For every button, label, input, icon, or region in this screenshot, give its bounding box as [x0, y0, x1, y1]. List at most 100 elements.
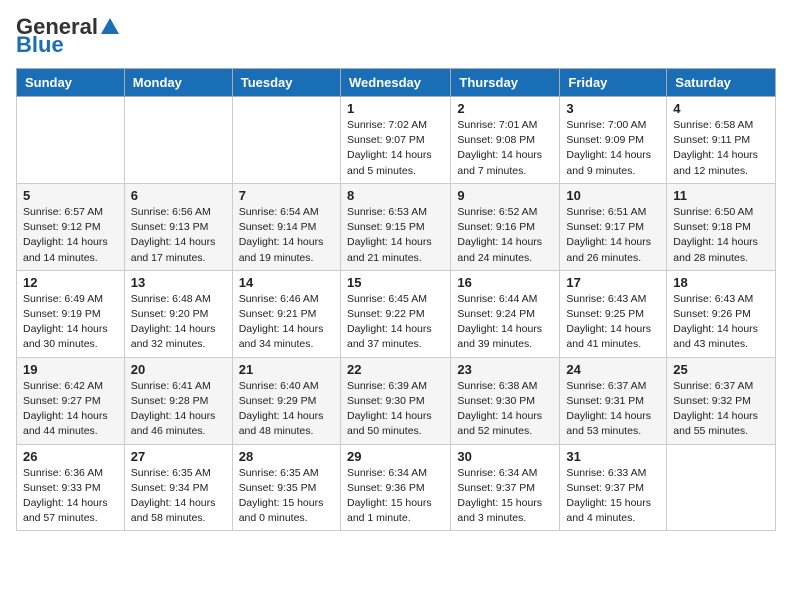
day-info: Sunrise: 6:37 AM Sunset: 9:31 PM Dayligh…	[566, 379, 660, 440]
day-info: Sunrise: 6:43 AM Sunset: 9:25 PM Dayligh…	[566, 292, 660, 353]
day-number: 14	[239, 275, 334, 290]
calendar-cell: 19 Sunrise: 6:42 AM Sunset: 9:27 PM Dayli…	[17, 357, 125, 444]
weekday-header-sunday: Sunday	[17, 69, 125, 97]
calendar-cell: 1 Sunrise: 7:02 AM Sunset: 9:07 PM Daylig…	[340, 97, 450, 184]
day-info: Sunrise: 6:36 AM Sunset: 9:33 PM Dayligh…	[23, 466, 118, 527]
day-number: 28	[239, 449, 334, 464]
logo: General Blue	[16, 16, 119, 56]
calendar-cell	[667, 444, 776, 531]
day-info: Sunrise: 6:53 AM Sunset: 9:15 PM Dayligh…	[347, 205, 444, 266]
day-number: 9	[457, 188, 553, 203]
calendar-cell: 8 Sunrise: 6:53 AM Sunset: 9:15 PM Daylig…	[340, 183, 450, 270]
day-number: 25	[673, 362, 769, 377]
calendar-table: SundayMondayTuesdayWednesdayThursdayFrid…	[16, 68, 776, 531]
calendar-cell: 16Sunrise: 6:44 AM Sunset: 9:24 PM Dayli…	[451, 270, 560, 357]
day-info: Sunrise: 7:02 AM Sunset: 9:07 PM Dayligh…	[347, 118, 444, 179]
day-number: 1	[347, 101, 444, 116]
day-info: Sunrise: 6:34 AM Sunset: 9:36 PM Dayligh…	[347, 466, 444, 527]
day-info: Sunrise: 6:37 AM Sunset: 9:32 PM Dayligh…	[673, 379, 769, 440]
day-number: 15	[347, 275, 444, 290]
day-number: 23	[457, 362, 553, 377]
day-number: 6	[131, 188, 226, 203]
day-number: 26	[23, 449, 118, 464]
day-info: Sunrise: 6:40 AM Sunset: 9:29 PM Dayligh…	[239, 379, 334, 440]
day-info: Sunrise: 6:39 AM Sunset: 9:30 PM Dayligh…	[347, 379, 444, 440]
day-number: 4	[673, 101, 769, 116]
calendar-cell: 31Sunrise: 6:33 AM Sunset: 9:37 PM Dayli…	[560, 444, 667, 531]
calendar-cell: 30 Sunrise: 6:34 AM Sunset: 9:37 PM Dayli…	[451, 444, 560, 531]
calendar-cell	[232, 97, 340, 184]
calendar-cell: 29 Sunrise: 6:34 AM Sunset: 9:36 PM Dayli…	[340, 444, 450, 531]
day-info: Sunrise: 6:42 AM Sunset: 9:27 PM Dayligh…	[23, 379, 118, 440]
week-row-3: 12 Sunrise: 6:49 AM Sunset: 9:19 PM Dayli…	[17, 270, 776, 357]
calendar-cell: 22 Sunrise: 6:39 AM Sunset: 9:30 PM Dayli…	[340, 357, 450, 444]
day-info: Sunrise: 6:58 AM Sunset: 9:11 PM Dayligh…	[673, 118, 769, 179]
calendar-cell: 20 Sunrise: 6:41 AM Sunset: 9:28 PM Dayli…	[124, 357, 232, 444]
day-info: Sunrise: 6:56 AM Sunset: 9:13 PM Dayligh…	[131, 205, 226, 266]
day-number: 18	[673, 275, 769, 290]
weekday-header-tuesday: Tuesday	[232, 69, 340, 97]
weekday-header-thursday: Thursday	[451, 69, 560, 97]
calendar-cell: 2Sunrise: 7:01 AM Sunset: 9:08 PM Daylig…	[451, 97, 560, 184]
calendar-cell: 4 Sunrise: 6:58 AM Sunset: 9:11 PM Daylig…	[667, 97, 776, 184]
week-row-1: 1 Sunrise: 7:02 AM Sunset: 9:07 PM Daylig…	[17, 97, 776, 184]
day-number: 22	[347, 362, 444, 377]
calendar-cell: 13Sunrise: 6:48 AM Sunset: 9:20 PM Dayli…	[124, 270, 232, 357]
page-header: General Blue	[16, 16, 776, 56]
day-info: Sunrise: 6:51 AM Sunset: 9:17 PM Dayligh…	[566, 205, 660, 266]
day-number: 21	[239, 362, 334, 377]
calendar-cell	[17, 97, 125, 184]
day-number: 30	[457, 449, 553, 464]
calendar-cell: 14Sunrise: 6:46 AM Sunset: 9:21 PM Dayli…	[232, 270, 340, 357]
weekday-header-friday: Friday	[560, 69, 667, 97]
day-info: Sunrise: 6:49 AM Sunset: 9:19 PM Dayligh…	[23, 292, 118, 353]
day-number: 19	[23, 362, 118, 377]
calendar-cell: 15 Sunrise: 6:45 AM Sunset: 9:22 PM Dayli…	[340, 270, 450, 357]
day-number: 13	[131, 275, 226, 290]
day-info: Sunrise: 6:52 AM Sunset: 9:16 PM Dayligh…	[457, 205, 553, 266]
calendar-cell: 3Sunrise: 7:00 AM Sunset: 9:09 PM Daylig…	[560, 97, 667, 184]
calendar-cell: 25 Sunrise: 6:37 AM Sunset: 9:32 PM Dayli…	[667, 357, 776, 444]
day-number: 5	[23, 188, 118, 203]
week-row-4: 19 Sunrise: 6:42 AM Sunset: 9:27 PM Dayli…	[17, 357, 776, 444]
calendar-cell: 23 Sunrise: 6:38 AM Sunset: 9:30 PM Dayli…	[451, 357, 560, 444]
logo-blue-text: Blue	[16, 34, 119, 56]
day-number: 3	[566, 101, 660, 116]
calendar-cell: 24 Sunrise: 6:37 AM Sunset: 9:31 PM Dayli…	[560, 357, 667, 444]
day-info: Sunrise: 6:44 AM Sunset: 9:24 PM Dayligh…	[457, 292, 553, 353]
day-info: Sunrise: 6:35 AM Sunset: 9:34 PM Dayligh…	[131, 466, 226, 527]
day-info: Sunrise: 6:38 AM Sunset: 9:30 PM Dayligh…	[457, 379, 553, 440]
day-info: Sunrise: 6:34 AM Sunset: 9:37 PM Dayligh…	[457, 466, 553, 527]
day-number: 17	[566, 275, 660, 290]
weekday-header-wednesday: Wednesday	[340, 69, 450, 97]
day-number: 29	[347, 449, 444, 464]
calendar-cell: 11Sunrise: 6:50 AM Sunset: 9:18 PM Dayli…	[667, 183, 776, 270]
calendar-cell: 27 Sunrise: 6:35 AM Sunset: 9:34 PM Dayli…	[124, 444, 232, 531]
day-number: 7	[239, 188, 334, 203]
week-row-5: 26 Sunrise: 6:36 AM Sunset: 9:33 PM Dayli…	[17, 444, 776, 531]
day-info: Sunrise: 6:33 AM Sunset: 9:37 PM Dayligh…	[566, 466, 660, 527]
calendar-cell: 21 Sunrise: 6:40 AM Sunset: 9:29 PM Dayli…	[232, 357, 340, 444]
calendar-cell: 17 Sunrise: 6:43 AM Sunset: 9:25 PM Dayli…	[560, 270, 667, 357]
day-info: Sunrise: 7:01 AM Sunset: 9:08 PM Dayligh…	[457, 118, 553, 179]
day-info: Sunrise: 6:41 AM Sunset: 9:28 PM Dayligh…	[131, 379, 226, 440]
day-number: 20	[131, 362, 226, 377]
day-number: 8	[347, 188, 444, 203]
calendar-cell: 10 Sunrise: 6:51 AM Sunset: 9:17 PM Dayli…	[560, 183, 667, 270]
calendar-cell: 26 Sunrise: 6:36 AM Sunset: 9:33 PM Dayli…	[17, 444, 125, 531]
calendar-cell: 9 Sunrise: 6:52 AM Sunset: 9:16 PM Daylig…	[451, 183, 560, 270]
calendar-cell: 12 Sunrise: 6:49 AM Sunset: 9:19 PM Dayli…	[17, 270, 125, 357]
day-number: 10	[566, 188, 660, 203]
day-info: Sunrise: 6:35 AM Sunset: 9:35 PM Dayligh…	[239, 466, 334, 527]
weekday-header-monday: Monday	[124, 69, 232, 97]
day-number: 12	[23, 275, 118, 290]
weekday-header-row: SundayMondayTuesdayWednesdayThursdayFrid…	[17, 69, 776, 97]
day-number: 24	[566, 362, 660, 377]
day-number: 27	[131, 449, 226, 464]
day-info: Sunrise: 6:45 AM Sunset: 9:22 PM Dayligh…	[347, 292, 444, 353]
calendar-cell: 6 Sunrise: 6:56 AM Sunset: 9:13 PM Daylig…	[124, 183, 232, 270]
logo-triangle-icon	[101, 18, 119, 34]
day-info: Sunrise: 6:50 AM Sunset: 9:18 PM Dayligh…	[673, 205, 769, 266]
calendar-cell: 7Sunrise: 6:54 AM Sunset: 9:14 PM Daylig…	[232, 183, 340, 270]
calendar-cell: 5Sunrise: 6:57 AM Sunset: 9:12 PM Daylig…	[17, 183, 125, 270]
